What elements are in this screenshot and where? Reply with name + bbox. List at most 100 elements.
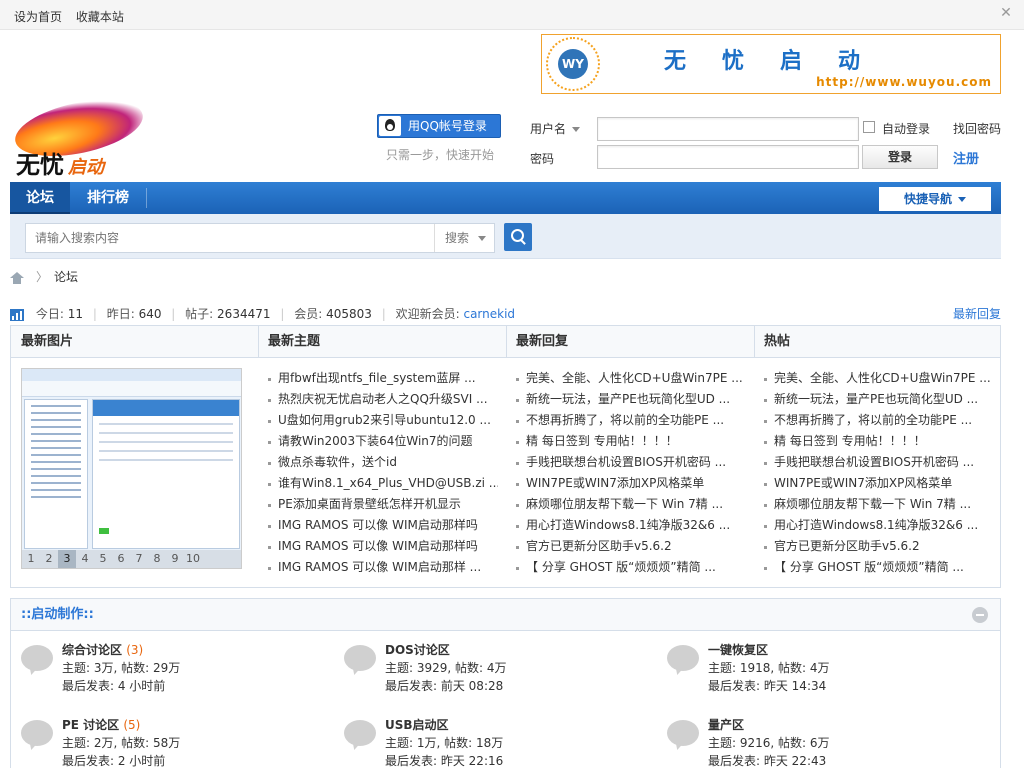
password-label: 密码 — [530, 152, 555, 166]
reply-link[interactable]: WIN7PE或WIN7添加XP风格菜单 — [516, 473, 746, 494]
section-title[interactable]: ::启动制作:: — [11, 599, 1000, 631]
search-input[interactable] — [26, 224, 426, 252]
hot-post-link[interactable]: 手贱把联想台机设置BIOS开机密码 ... — [764, 452, 994, 473]
chevron-down-icon — [478, 236, 486, 241]
hot-post-link[interactable]: 麻烦哪位朋友帮下载一下 Win 7精 ... — [764, 494, 994, 515]
yesterday-label: 昨日: — [106, 307, 135, 321]
site-logo[interactable]: 无忧 启动 — [10, 90, 152, 179]
pager-page[interactable]: 1 — [22, 550, 40, 568]
hot-post-link[interactable]: 新统一玩法，量产PE也玩简化型UD ... — [764, 389, 994, 410]
speech-bubble-icon[interactable] — [344, 645, 376, 671]
pager-page[interactable]: 7 — [130, 550, 148, 568]
breadcrumb-current[interactable]: 论坛 — [54, 270, 78, 284]
stats-divider: | — [280, 307, 285, 321]
nav-divider — [146, 188, 147, 208]
speech-bubble-icon[interactable] — [21, 645, 53, 671]
auto-login-checkbox[interactable] — [863, 121, 875, 133]
search-type-select[interactable]: 搜索 — [434, 224, 494, 252]
hot-post-link[interactable]: 完美、全能、人性化CD+U盘Win7PE ... — [764, 368, 994, 389]
forum-name[interactable]: 量产区 — [708, 716, 744, 733]
chevron-down-icon — [572, 127, 581, 132]
password-input[interactable] — [597, 145, 859, 169]
reply-link[interactable]: 新统一玩法，量产PE也玩简化型UD ... — [516, 389, 746, 410]
forum-last-post[interactable]: 最后发表: 昨天 22:43 — [708, 752, 826, 769]
pager-page[interactable]: 10 — [184, 550, 202, 568]
speech-bubble-icon[interactable] — [667, 720, 699, 746]
find-password-link[interactable]: 找回密码 — [953, 120, 1001, 137]
reply-link[interactable]: 手贱把联想台机设置BIOS开机密码 ... — [516, 452, 746, 473]
forum-last-post[interactable]: 最后发表: 2 小时前 — [62, 752, 165, 769]
pager-page[interactable]: 6 — [112, 550, 130, 568]
latest-image-thumbnail[interactable]: 1 2 3 4 5 6 7 8 9 10 — [21, 368, 242, 569]
latest-reply-link[interactable]: 最新回复 — [953, 305, 1001, 322]
speech-bubble-icon[interactable] — [344, 720, 376, 746]
forum-name[interactable]: 综合讨论区 (3) — [62, 641, 143, 658]
topic-link[interactable]: U盘如何用grub2来引导ubuntu12.0 ... — [268, 410, 498, 431]
posts-count: 2634471 — [217, 307, 271, 321]
reply-link[interactable]: 完美、全能、人性化CD+U盘Win7PE ... — [516, 368, 746, 389]
chevron-down-icon — [958, 197, 966, 202]
reply-link[interactable]: 麻烦哪位朋友帮下载一下 Win 7精 ... — [516, 494, 746, 515]
register-link[interactable]: 注册 — [953, 148, 979, 167]
topic-link[interactable]: 用fbwf出现ntfs_file_system蓝屏 ... — [268, 368, 498, 389]
bookmark-link[interactable]: 收藏本站 — [76, 10, 124, 24]
forum-name[interactable]: 一键恢复区 — [708, 641, 768, 658]
new-member-link[interactable]: carnekid — [463, 307, 515, 321]
topic-link[interactable]: 热烈庆祝无忧启动老人之QQ升级SVI ... — [268, 389, 498, 410]
forum-stats: 今日: 11 | 昨日: 640 | 帖子: 2634471 | 会员: 405… — [10, 305, 515, 322]
quick-nav-button[interactable]: 快捷导航 — [879, 187, 991, 211]
username-input[interactable] — [597, 117, 859, 141]
auto-login-label[interactable]: 自动登录 — [882, 120, 930, 137]
set-home-link[interactable]: 设为首页 — [14, 10, 62, 24]
reply-link[interactable]: 不想再折腾了，将以前的全功能PE ... — [516, 410, 746, 431]
forum-item: 一键恢复区 主题: 1918, 帖数: 4万 最后发表: 昨天 14:34 — [667, 641, 967, 701]
tab-ranking[interactable]: 排行榜 — [72, 182, 144, 214]
reply-link[interactable]: 用心打造Windows8.1纯净版32&6 ... — [516, 515, 746, 536]
pager-page[interactable]: 5 — [94, 550, 112, 568]
collapse-icon[interactable]: ✕ — [998, 5, 1014, 21]
topic-link[interactable]: 请教Win2003下装64位Win7的问题 — [268, 431, 498, 452]
forum-name[interactable]: DOS讨论区 — [385, 641, 450, 658]
forum-last-post[interactable]: 最后发表: 4 小时前 — [62, 677, 165, 694]
pager-page[interactable]: 2 — [40, 550, 58, 568]
hot-post-link[interactable]: 用心打造Windows8.1纯净版32&6 ... — [764, 515, 994, 536]
forum-name[interactable]: USB启动区 — [385, 716, 449, 733]
username-label[interactable]: 用户名 — [530, 120, 581, 137]
topic-link[interactable]: IMG RAMOS 可以像 WIM启动那样吗 — [268, 515, 498, 536]
topic-link[interactable]: PE添加桌面背景壁纸怎样开机显示 — [268, 494, 498, 515]
forum-name[interactable]: PE 讨论区 (5) — [62, 716, 140, 733]
pager-page[interactable]: 9 — [166, 550, 184, 568]
forum-last-post[interactable]: 最后发表: 前天 08:28 — [385, 677, 503, 694]
topic-link[interactable]: 谁有Win8.1_x64_Plus_VHD@USB.zi ... — [268, 473, 498, 494]
topic-link[interactable]: IMG RAMOS 可以像 WIM启动那样吗 — [268, 536, 498, 557]
hot-post-link[interactable]: WIN7PE或WIN7添加XP风格菜单 — [764, 473, 994, 494]
forum-new-count: (3) — [126, 643, 144, 657]
pager-page[interactable]: 8 — [148, 550, 166, 568]
login-button[interactable]: 登录 — [862, 145, 938, 169]
speech-bubble-icon[interactable] — [667, 645, 699, 671]
reply-link[interactable]: 官方已更新分区助手v5.6.2 — [516, 536, 746, 557]
search-button[interactable] — [504, 223, 532, 251]
hot-post-link[interactable]: 官方已更新分区助手v5.6.2 — [764, 536, 994, 557]
forum-last-post[interactable]: 最后发表: 昨天 14:34 — [708, 677, 826, 694]
topic-link[interactable]: IMG RAMOS 可以像 WIM启动那样 ... — [268, 557, 498, 578]
banner-ad[interactable]: WY 无忧启动 http://www.wuyou.com — [541, 34, 1001, 94]
forum-item: 量产区 主题: 9216, 帖数: 6万 最后发表: 昨天 22:43 — [667, 716, 967, 776]
topic-link[interactable]: 微点杀毒软件，送个id — [268, 452, 498, 473]
tab-forum[interactable]: 论坛 — [10, 182, 70, 214]
speech-bubble-icon[interactable] — [21, 720, 53, 746]
pager-page[interactable]: 4 — [76, 550, 94, 568]
home-icon[interactable] — [10, 271, 24, 284]
reply-link[interactable]: 【 分享 GHOST 版“烦烦烦”精简 ... — [516, 557, 746, 578]
hot-post-link[interactable]: 精 每日签到 专用帖！！！！ — [764, 431, 994, 452]
hot-post-link[interactable]: 【 分享 GHOST 版“烦烦烦”精简 ... — [764, 557, 994, 578]
pager-page[interactable]: 3 — [58, 550, 76, 568]
forum-last-post[interactable]: 最后发表: 昨天 22:16 — [385, 752, 503, 769]
hot-post-link[interactable]: 不想再折腾了，将以前的全功能PE ... — [764, 410, 994, 431]
qq-login-button[interactable]: 用QQ帐号登录 — [377, 114, 501, 138]
collapse-section-icon[interactable] — [972, 607, 988, 623]
forum-item: USB启动区 主题: 1万, 帖数: 18万 最后发表: 昨天 22:16 — [344, 716, 644, 776]
reply-link[interactable]: 精 每日签到 专用帖！！！！ — [516, 431, 746, 452]
logo-text-sub: 启动 — [68, 157, 104, 178]
qq-icon — [379, 116, 401, 136]
